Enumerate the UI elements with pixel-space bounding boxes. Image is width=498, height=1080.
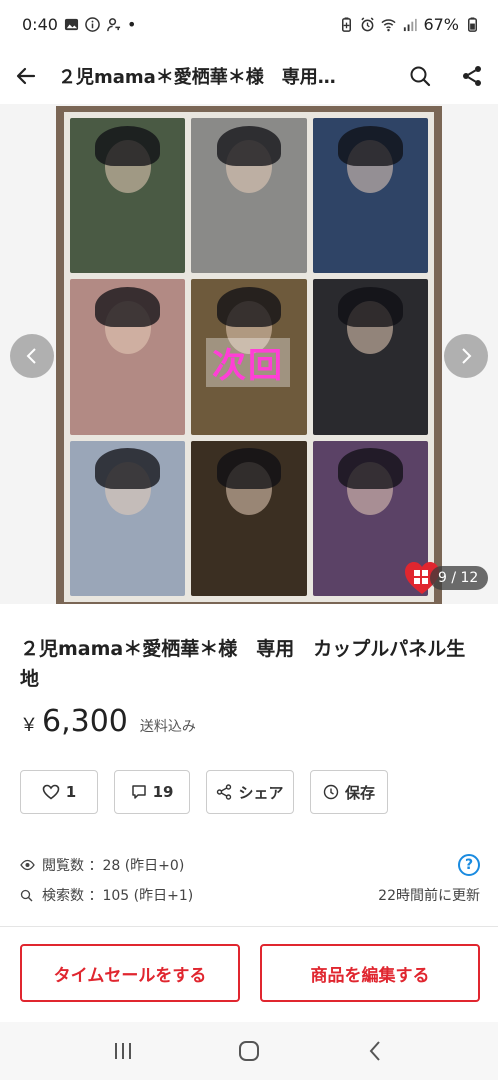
item-title: ２児mama＊愛栖華＊様 専用 カップルパネル生地 <box>20 638 466 690</box>
system-back-button[interactable] <box>355 1031 395 1071</box>
recents-icon <box>115 1043 131 1059</box>
photo-tile <box>70 440 186 596</box>
comment-count: 19 <box>152 783 174 801</box>
person-key-icon <box>107 17 120 31</box>
overlay-next-label: 次回 <box>206 338 290 387</box>
edit-item-button[interactable]: 商品を編集する <box>260 944 480 1002</box>
info-icon <box>85 16 100 32</box>
like-button[interactable]: 1 <box>20 770 98 814</box>
next-image-button[interactable] <box>444 334 488 378</box>
status-bar: 0:40 • 67% <box>0 0 498 48</box>
heart-icon <box>42 784 60 800</box>
status-left: 0:40 • <box>22 15 136 34</box>
chevron-left-icon <box>369 1041 380 1061</box>
back-button[interactable] <box>0 48 52 104</box>
home-icon <box>239 1041 259 1061</box>
price-row: ￥ 6,300 送料込み <box>20 704 196 739</box>
comment-icon <box>131 785 146 799</box>
comment-button[interactable]: 19 <box>114 770 190 814</box>
page-title: ２児mama＊愛栖華＊様 専用… <box>58 67 336 88</box>
item-stats: 閲覧数 ：28 (昨日+0) ? 検索数 ：105 (昨日+1) 22時間前に更… <box>20 850 480 910</box>
save-clock-icon <box>323 784 339 800</box>
shipping-note: 送料込み <box>139 719 196 735</box>
status-right: 67% <box>339 15 480 34</box>
app-header: ２児mama＊愛栖華＊様 専用… <box>0 48 498 104</box>
save-label: 保存 <box>344 783 375 802</box>
share-label: シェア <box>238 783 284 802</box>
status-time: 0:40 <box>22 14 58 34</box>
photo-tile <box>312 279 428 435</box>
gallery-icon <box>64 18 78 30</box>
battery-saver-icon <box>342 16 352 32</box>
price-value: 6,300 <box>42 704 128 739</box>
search-icon <box>410 66 431 87</box>
status-dot: • <box>126 14 137 34</box>
help-icon[interactable]: ? <box>458 854 480 876</box>
updated-text: 22時間前に更新 <box>378 888 480 904</box>
share-icon <box>463 66 481 86</box>
image-counter: 9 / 12 <box>430 566 489 590</box>
searches-row: 検索数 ：105 (昨日+1) 22時間前に更新 <box>20 880 480 910</box>
alarm-icon <box>361 16 375 31</box>
search-small-icon <box>20 889 36 902</box>
home-button[interactable] <box>229 1031 269 1071</box>
share-button[interactable] <box>446 48 498 104</box>
action-chips: 1 19 シェア 保存 <box>20 770 388 814</box>
chevron-right-icon <box>462 348 472 364</box>
signal-icon <box>404 18 418 31</box>
like-count: 1 <box>65 783 77 801</box>
photo-tile <box>70 118 186 274</box>
photo-tile <box>312 118 428 274</box>
share-icon <box>217 784 232 800</box>
save-button[interactable]: 保存 <box>310 770 388 814</box>
photo-tile <box>191 118 307 274</box>
chevron-left-icon <box>26 348 36 364</box>
searches-text: 検索数 ：105 (昨日+1) <box>42 888 194 904</box>
eye-icon <box>20 859 36 871</box>
image-carousel[interactable]: 次回 9 / 12 <box>0 104 498 604</box>
photo-tile <box>70 279 186 435</box>
recent-apps-button[interactable] <box>103 1031 143 1071</box>
views-text: 閲覧数 ：28 (昨日+0) <box>42 858 185 874</box>
share-chip-button[interactable]: シェア <box>206 770 294 814</box>
system-nav-bar <box>0 1022 498 1080</box>
views-row: 閲覧数 ：28 (昨日+0) ? <box>20 850 480 880</box>
bottom-actions: タイムセールをする 商品を編集する <box>20 944 480 1002</box>
battery-icon <box>468 16 477 32</box>
wifi-icon <box>381 18 397 31</box>
divider <box>0 926 498 927</box>
time-sale-button[interactable]: タイムセールをする <box>20 944 240 1002</box>
search-button[interactable] <box>394 48 446 104</box>
prev-image-button[interactable] <box>10 334 54 378</box>
photo-tile <box>191 440 307 596</box>
price-currency: ￥ <box>20 715 38 736</box>
arrow-left-icon <box>16 67 36 85</box>
product-photo[interactable]: 次回 <box>56 106 442 604</box>
battery-percent: 67% <box>423 14 459 34</box>
